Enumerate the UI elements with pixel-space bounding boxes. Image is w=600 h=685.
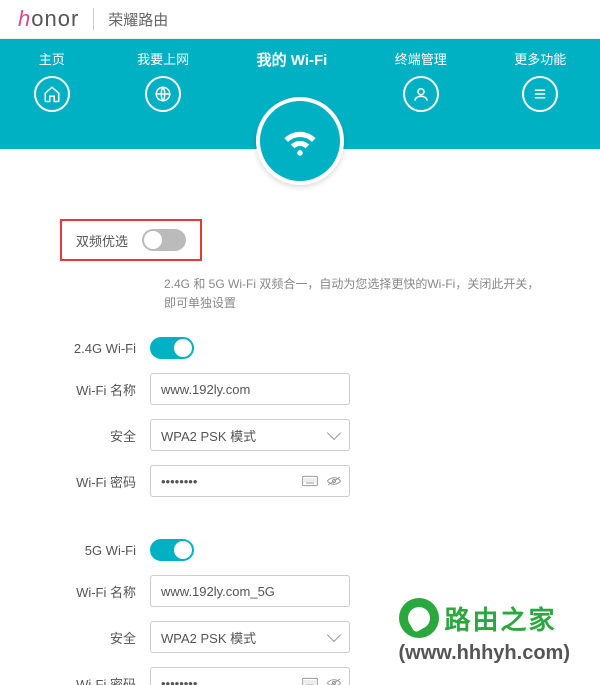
divider [93, 8, 94, 30]
nav-home[interactable]: 主页 [34, 49, 70, 112]
home-icon [34, 76, 70, 112]
watermark-url: (www.hhhyh.com) [399, 642, 570, 665]
user-icon [403, 76, 439, 112]
g5-security-select[interactable]: WPA2 PSK 模式 [150, 621, 350, 653]
nav-wifi[interactable]: 我的 Wi-Fi [257, 49, 328, 78]
g5-name-label: Wi-Fi 名称 [60, 582, 150, 601]
brand-logo: honor [18, 6, 79, 32]
g24-name-input[interactable] [150, 373, 350, 405]
chevron-down-icon [327, 628, 341, 642]
g5-enabled-label: 5G Wi-Fi [60, 543, 150, 558]
eye-hidden-icon[interactable] [326, 676, 342, 685]
top-header: honor 荣耀路由 [0, 0, 600, 39]
watermark: 路由之家 (www.hhhyh.com) [399, 598, 570, 665]
nav-wifi-label: 我的 Wi-Fi [257, 49, 328, 70]
watermark-icon [399, 598, 439, 638]
dual-band-toggle[interactable] [142, 229, 186, 251]
eye-hidden-icon[interactable] [326, 474, 342, 488]
g24-security-label: 安全 [60, 426, 150, 445]
product-name: 荣耀路由 [108, 9, 168, 30]
nav-internet-label: 我要上网 [137, 49, 189, 68]
g24-toggle[interactable] [150, 337, 194, 359]
g24-password-label: Wi-Fi 密码 [60, 472, 150, 491]
keyboard-icon[interactable] [302, 474, 318, 488]
nav-devices[interactable]: 终端管理 [395, 49, 447, 112]
chevron-down-icon [327, 426, 341, 440]
nav-devices-label: 终端管理 [395, 49, 447, 68]
g5-password-label: Wi-Fi 密码 [60, 674, 150, 685]
watermark-text: 路由之家 [445, 600, 557, 637]
globe-icon [145, 76, 181, 112]
g24-enabled-label: 2.4G Wi-Fi [60, 341, 150, 356]
dual-band-highlight: 双频优选 [60, 219, 202, 261]
menu-icon [522, 76, 558, 112]
g24-security-select[interactable]: WPA2 PSK 模式 [150, 419, 350, 451]
g5-toggle[interactable] [150, 539, 194, 561]
nav-home-label: 主页 [39, 49, 65, 68]
keyboard-icon[interactable] [302, 676, 318, 685]
nav-more[interactable]: 更多功能 [514, 49, 566, 112]
g5-name-input[interactable] [150, 575, 350, 607]
nav-internet[interactable]: 我要上网 [137, 49, 189, 112]
dual-band-hint: 2.4G 和 5G Wi-Fi 双频合一，自动为您选择更快的Wi-Fi，关闭此开… [164, 275, 540, 313]
nav-more-label: 更多功能 [514, 49, 566, 68]
wifi-icon [256, 97, 344, 185]
nav-bar: 主页 我要上网 我的 Wi-Fi 终端管理 更多功能 [0, 39, 600, 149]
g24-security-value: WPA2 PSK 模式 [161, 426, 256, 445]
g5-security-label: 安全 [60, 628, 150, 647]
dual-band-label: 双频优选 [76, 231, 142, 250]
g24-name-label: Wi-Fi 名称 [60, 380, 150, 399]
g5-security-value: WPA2 PSK 模式 [161, 628, 256, 647]
